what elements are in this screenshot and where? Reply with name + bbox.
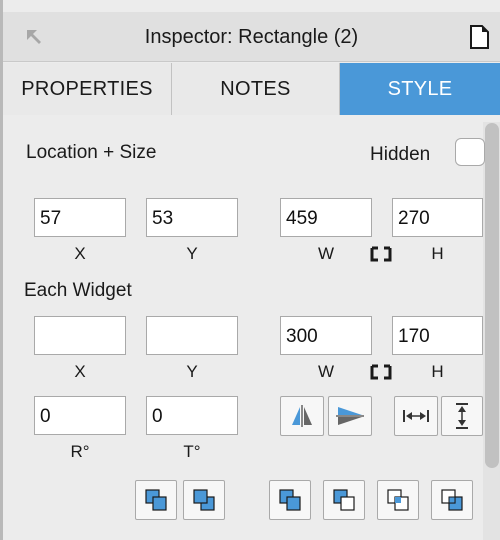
ungroup-button[interactable] bbox=[431, 480, 473, 520]
distribute-horizontal-button[interactable] bbox=[394, 396, 438, 436]
bring-to-front-button[interactable] bbox=[269, 480, 311, 520]
location-y-field[interactable]: 53 bbox=[146, 198, 238, 237]
widget-y-field[interactable] bbox=[146, 316, 238, 355]
inspector-tabs: PROPERTIES NOTES STYLE bbox=[3, 63, 500, 115]
flip-horizontal-button[interactable] bbox=[280, 396, 324, 436]
each-widget-heading: Each Widget bbox=[24, 280, 132, 301]
document-icon[interactable] bbox=[469, 25, 489, 49]
inspector-titlebar: Inspector: Rectangle (2) bbox=[3, 12, 500, 62]
widget-h-label: H bbox=[431, 362, 444, 381]
aspect-lock-icon[interactable] bbox=[370, 246, 392, 262]
inspector-title: Inspector: Rectangle (2) bbox=[144, 26, 359, 48]
size-h-field[interactable]: 270 bbox=[392, 198, 483, 237]
size-w-label: W bbox=[317, 244, 335, 263]
send-to-back-button[interactable] bbox=[323, 480, 365, 520]
size-w-field[interactable]: 459 bbox=[280, 198, 372, 237]
send-to-back-icon bbox=[333, 489, 355, 511]
bring-forward-icon bbox=[145, 489, 167, 511]
group-icon bbox=[387, 489, 409, 511]
widget-aspect-lock-icon[interactable] bbox=[370, 364, 392, 380]
flip-vertical-button[interactable] bbox=[328, 396, 372, 436]
send-backward-icon bbox=[193, 489, 215, 511]
tab-properties[interactable]: PROPERTIES bbox=[3, 63, 172, 115]
distribute-horizontal-icon bbox=[403, 410, 429, 422]
rotation-field[interactable]: 0 bbox=[34, 396, 126, 435]
ungroup-icon bbox=[441, 489, 463, 511]
widget-w-label: W bbox=[317, 362, 335, 381]
size-h-label: H bbox=[431, 244, 444, 263]
distribute-vertical-icon bbox=[456, 403, 468, 429]
location-x-field[interactable]: 57 bbox=[34, 198, 126, 237]
send-backward-button[interactable] bbox=[183, 480, 225, 520]
flip-vertical-icon bbox=[336, 407, 364, 425]
bring-forward-button[interactable] bbox=[135, 480, 177, 520]
text-rotation-label: T° bbox=[183, 442, 201, 461]
location-x-label: X bbox=[74, 244, 86, 263]
group-button[interactable] bbox=[377, 480, 419, 520]
widget-h-field[interactable]: 170 bbox=[392, 316, 483, 355]
distribute-vertical-button[interactable] bbox=[441, 396, 483, 436]
widget-w-field[interactable]: 300 bbox=[280, 316, 372, 355]
location-size-heading: Location + Size bbox=[26, 142, 157, 163]
inspector-panel: Inspector: Rectangle (2) PROPERTIES NOTE… bbox=[0, 0, 500, 540]
widget-x-label: X bbox=[74, 362, 86, 381]
text-rotation-field[interactable]: 0 bbox=[146, 396, 238, 435]
hidden-checkbox[interactable] bbox=[455, 138, 485, 166]
widget-x-field[interactable] bbox=[34, 316, 126, 355]
tab-style[interactable]: STYLE bbox=[340, 63, 500, 115]
scrollbar-thumb[interactable] bbox=[485, 123, 499, 468]
widget-y-label: Y bbox=[186, 362, 198, 381]
tab-notes[interactable]: NOTES bbox=[172, 63, 340, 115]
bring-to-front-icon bbox=[279, 489, 301, 511]
rotation-label: R° bbox=[70, 442, 90, 461]
hidden-label: Hidden bbox=[370, 144, 431, 165]
flip-horizontal-icon bbox=[292, 405, 312, 427]
location-y-label: Y bbox=[186, 244, 198, 263]
